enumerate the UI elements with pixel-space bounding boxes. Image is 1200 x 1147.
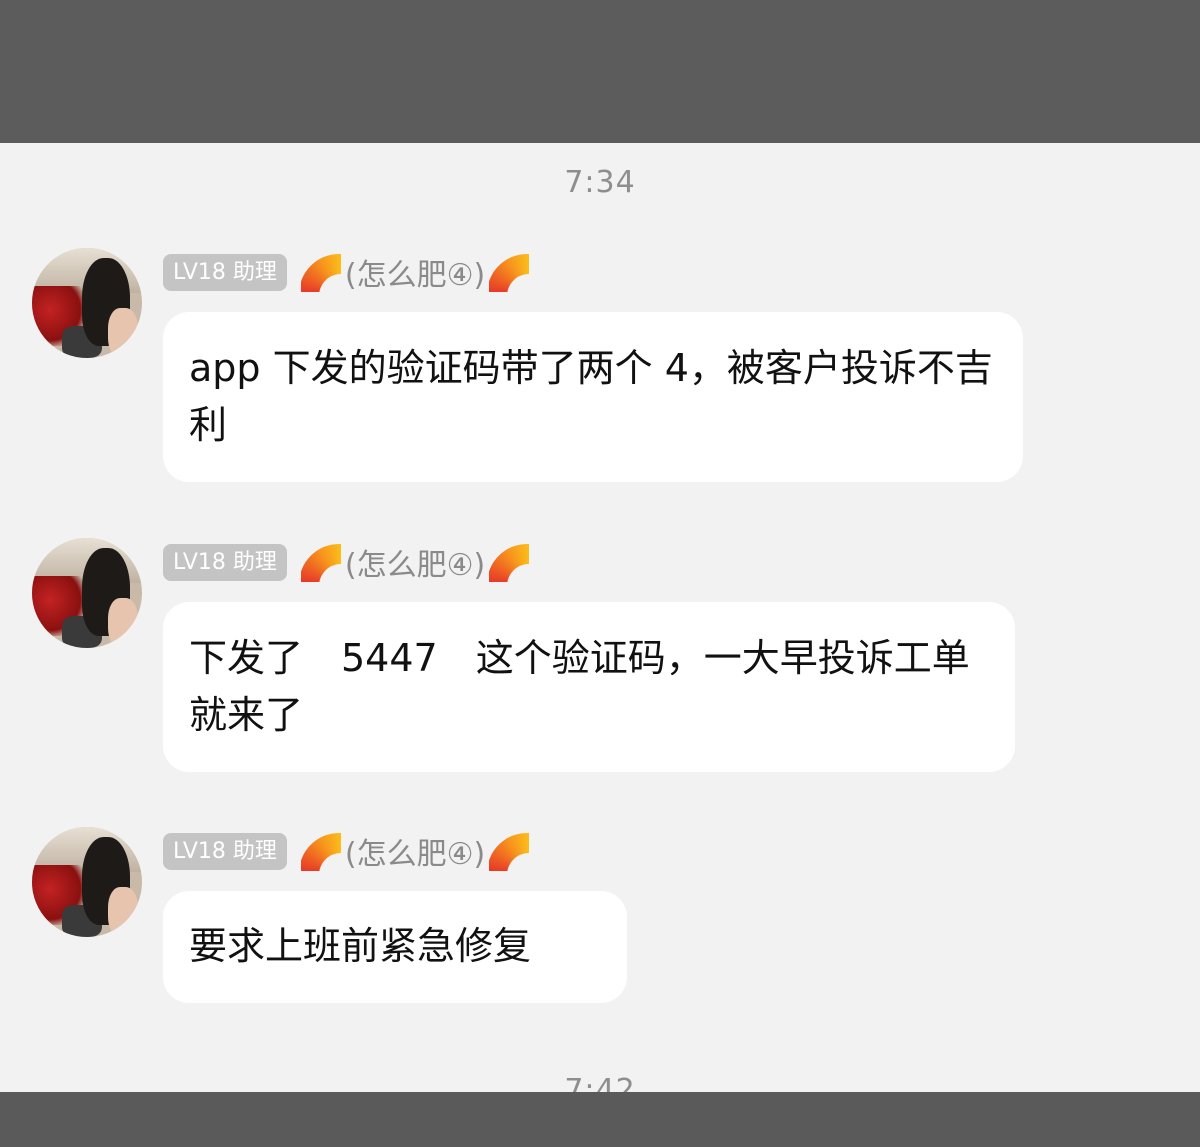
sender-meta: LV18 助理 (怎么肥④) bbox=[163, 829, 530, 873]
sender-nickname[interactable]: (怎么肥④) bbox=[345, 540, 485, 584]
sender-meta: LV18 助理 (怎么肥④) bbox=[163, 250, 530, 294]
rainbow-icon bbox=[300, 831, 341, 871]
top-status-bar bbox=[0, 0, 1200, 143]
rainbow-icon bbox=[300, 252, 341, 292]
sender-meta: LV18 助理 (怎么肥④) bbox=[163, 540, 530, 584]
message-bubble[interactable]: 下发了 5447 这个验证码，一大早投诉工单就来了 bbox=[163, 602, 1015, 772]
level-badge: LV18 助理 bbox=[163, 832, 287, 870]
bottom-bar bbox=[0, 1092, 1200, 1147]
sender-avatar[interactable] bbox=[32, 827, 142, 937]
rainbow-icon bbox=[489, 831, 530, 871]
level-badge: LV18 助理 bbox=[163, 253, 287, 291]
message-bubble[interactable]: 要求上班前紧急修复 bbox=[163, 891, 627, 1003]
timestamp: 7:34 bbox=[564, 165, 636, 200]
message-bubble[interactable]: app 下发的验证码带了两个 4，被客户投诉不吉利 bbox=[163, 312, 1023, 482]
rainbow-icon bbox=[489, 542, 530, 582]
chat-history[interactable]: 7:34 LV18 助理 (怎么肥④) app 下发的验证码带了两个 4，被客户… bbox=[0, 143, 1200, 1092]
level-badge: LV18 助理 bbox=[163, 543, 287, 581]
sender-avatar[interactable] bbox=[32, 538, 142, 648]
rainbow-icon bbox=[489, 252, 530, 292]
rainbow-icon bbox=[300, 542, 341, 582]
sender-nickname[interactable]: (怎么肥④) bbox=[345, 829, 485, 873]
sender-avatar[interactable] bbox=[32, 248, 142, 358]
timestamp: 7:42 bbox=[564, 1073, 636, 1092]
sender-nickname[interactable]: (怎么肥④) bbox=[345, 250, 485, 294]
